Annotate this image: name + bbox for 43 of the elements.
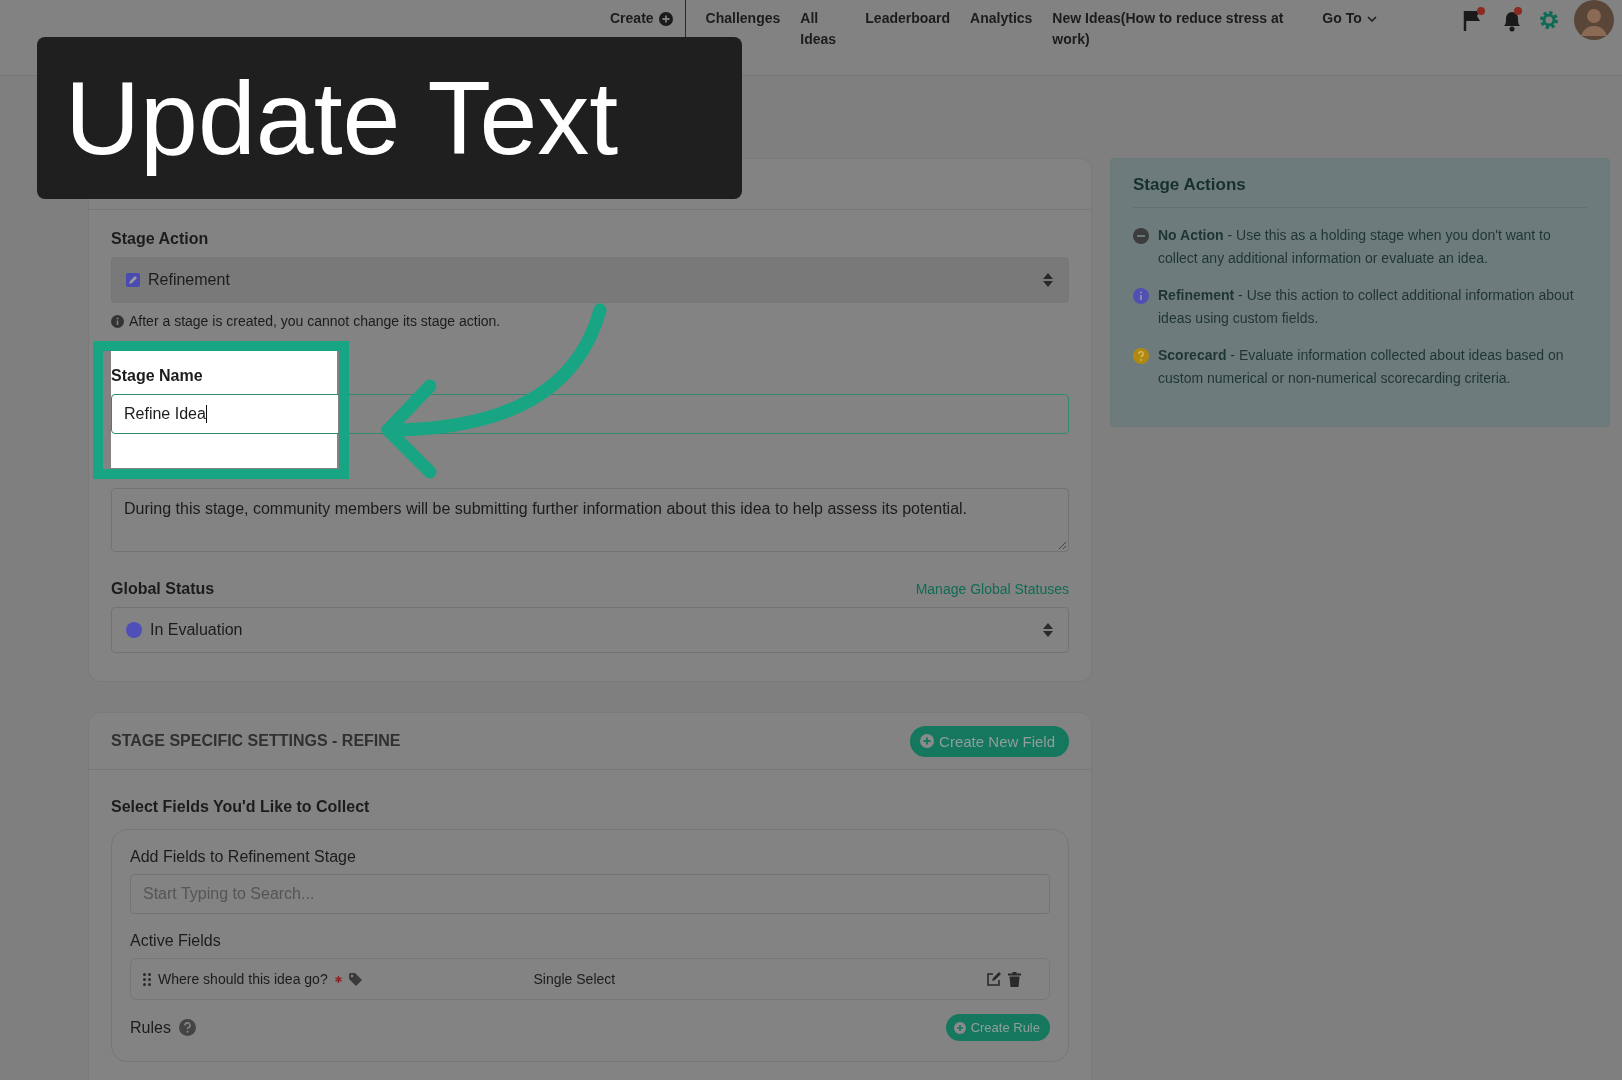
caret-icon (1366, 15, 1377, 22)
trash-icon[interactable] (1008, 971, 1021, 987)
stage-action-description: Scorecard - Evaluate information collected about ideas based on custom numerical or non-numerical scorecarding criteria. (1158, 346, 1565, 388)
caption-banner: Update Text (37, 37, 742, 199)
field-type: Single Select (532, 971, 617, 987)
resize-handle-icon[interactable] (1058, 541, 1066, 549)
avatar[interactable] (1574, 0, 1614, 40)
field-label: Rules (130, 1018, 171, 1037)
flag-icon[interactable] (1462, 7, 1486, 33)
nav-link[interactable]: Analytics (970, 8, 1033, 29)
drag-handle-icon[interactable] (143, 972, 151, 986)
help-text: After a stage is created, you cannot change its stage action. (129, 313, 501, 329)
edit-icon[interactable] (986, 971, 1001, 987)
plus-circle-icon (920, 734, 935, 748)
field-label: Add Fields to Refinement Stage (130, 848, 357, 866)
sort-icon (1042, 272, 1054, 288)
nav-link[interactable]: New Ideas(How to reduce stress at work) (1052, 8, 1303, 50)
field-label: Stage Name (111, 367, 204, 385)
nav-link[interactable]: Leaderboard (865, 8, 951, 29)
plus-circle-icon (658, 11, 673, 26)
stage-name-input[interactable]: Refine Idea (111, 394, 1069, 434)
field-label: Active Fields (130, 932, 222, 950)
sort-icon (1042, 622, 1054, 638)
tag-icon (348, 972, 363, 986)
active-field-row[interactable]: Where should this idea go? Single Select (130, 958, 1050, 1000)
edit-icon (126, 273, 140, 287)
field-label: Global Status (111, 580, 215, 598)
plus-circle-icon (953, 1021, 966, 1034)
help-icon[interactable] (178, 1019, 196, 1036)
info-icon (111, 314, 124, 328)
goto-dropdown[interactable]: Go To (1322, 8, 1377, 29)
panel-title: Stage Actions (1133, 175, 1587, 208)
stage-description-textarea[interactable]: During this stage, community members will be submitting further information about this idea to help assess its potential. (111, 488, 1069, 552)
field-label: Stage Action (111, 230, 210, 248)
nav-link[interactable]: All Ideas (800, 8, 846, 50)
field-name: Where should this idea go? (158, 971, 328, 987)
global-status-select[interactable]: In Evaluation (111, 607, 1069, 653)
section-heading: STAGE SPECIFIC SETTINGS - REFINE (111, 732, 401, 750)
stage-action-description: No Action - Use this as a holding stage when you don't want to collect any additional information or evaluate an idea. (1158, 226, 1552, 268)
stage-action-description: Refinement - Use this action to collect additional information about ideas using custom fields. (1158, 286, 1575, 328)
nav-link[interactable]: Challenges (705, 8, 781, 29)
subheading: Select Fields You'd Like to Collect (111, 798, 371, 816)
create-link[interactable]: Create (610, 8, 673, 29)
